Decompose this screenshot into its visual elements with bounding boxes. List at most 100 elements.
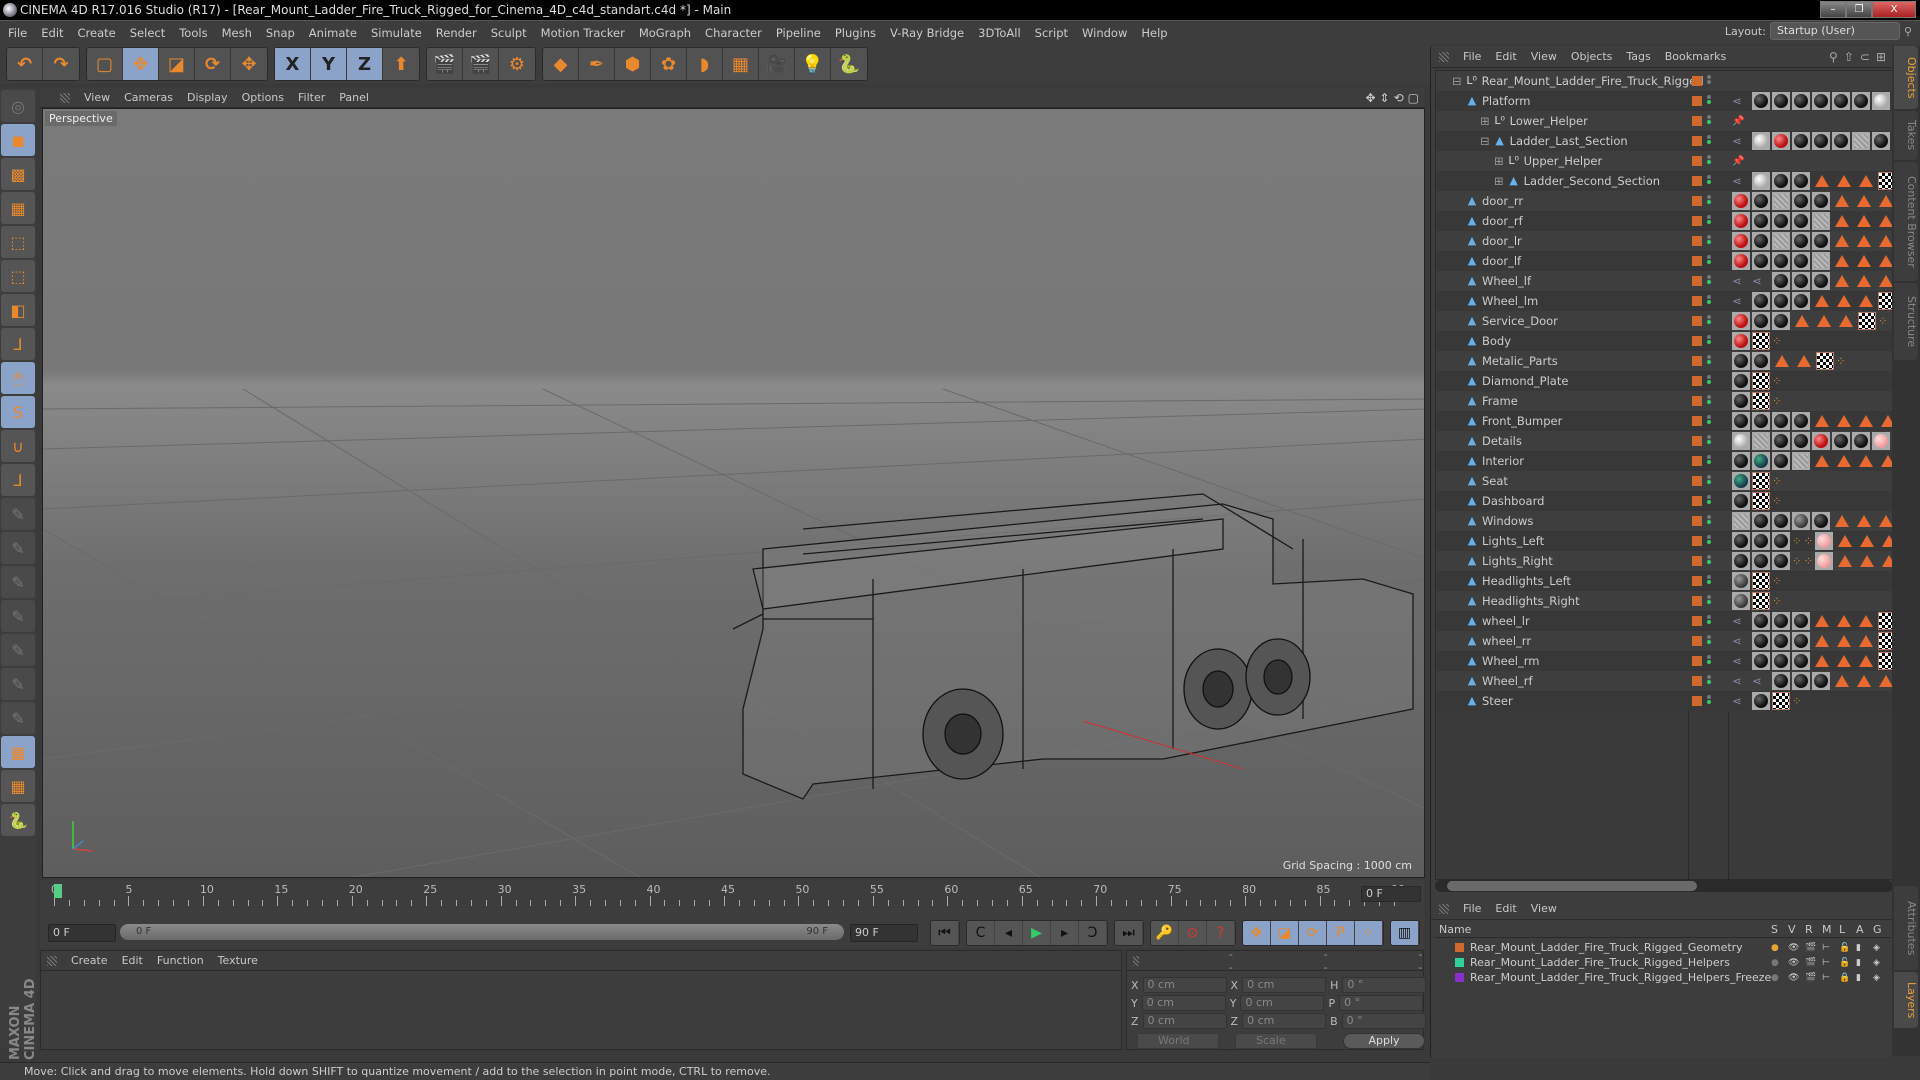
- animation-icon[interactable]: ▮: [1856, 973, 1861, 983]
- deformer-icon[interactable]: ◗: [687, 48, 723, 80]
- layer-menu-file[interactable]: File: [1463, 902, 1481, 915]
- texture-tag-icon[interactable]: [1835, 235, 1849, 247]
- material-tag-icon[interactable]: [1752, 552, 1770, 570]
- key-rotation-icon[interactable]: ⟳: [1299, 921, 1327, 945]
- visibility-dots[interactable]: [1706, 354, 1712, 368]
- xpresso-tag-icon[interactable]: ⁘: [1772, 474, 1782, 488]
- render-icon[interactable]: 🎬: [1805, 943, 1816, 953]
- material-tag-icon[interactable]: [1752, 92, 1770, 110]
- texture-tag-icon[interactable]: [1835, 215, 1849, 227]
- texture-tag-icon[interactable]: [1815, 175, 1829, 187]
- object-row-seat[interactable]: ▲ Seat ⁘: [1436, 471, 1892, 491]
- ik-target-icon[interactable]: ✎: [1, 634, 35, 666]
- texture-tag-icon[interactable]: [1837, 655, 1851, 667]
- object-row-steer[interactable]: ▲ Steer ⋖ ⁘: [1436, 691, 1892, 711]
- material-tag-icon[interactable]: [1812, 192, 1830, 210]
- current-frame-field[interactable]: 0 F: [1361, 886, 1421, 902]
- material-tag-icon[interactable]: [1732, 552, 1750, 570]
- material-tag-icon[interactable]: [1815, 552, 1834, 570]
- layer-color-swatch[interactable]: [1692, 316, 1702, 326]
- horizontal-scrollbar[interactable]: [1435, 880, 1893, 892]
- object-row-wheel-rf[interactable]: ▲ Wheel_rf ⋖ ⋖: [1436, 671, 1916, 691]
- layer-color-swatch[interactable]: [1692, 276, 1702, 286]
- constraint-tag-icon[interactable]: ⋖: [1732, 694, 1750, 708]
- layer-menu-view[interactable]: View: [1531, 902, 1557, 915]
- scrollbar-thumb[interactable]: [1447, 881, 1697, 891]
- material-tag-icon[interactable]: [1732, 392, 1750, 410]
- object-row-platform[interactable]: ▲ Platform ⋖: [1436, 91, 1909, 111]
- object-name[interactable]: Diamond_Plate: [1482, 374, 1568, 388]
- object-name[interactable]: wheel_lr: [1482, 614, 1530, 628]
- object-row-lights-right[interactable]: ▲ Lights_Right ⁘ ⁘: [1436, 551, 1897, 571]
- material-tag-icon[interactable]: [1732, 512, 1750, 530]
- visibility-dots[interactable]: [1706, 394, 1712, 408]
- object-row-details[interactable]: ▲ Details: [1436, 431, 1910, 451]
- camera-icon[interactable]: 🎥: [759, 48, 795, 80]
- coord-field-z[interactable]: 0 cm: [1242, 1013, 1327, 1029]
- texture-tag-icon[interactable]: [1835, 275, 1849, 287]
- texture-tag-icon[interactable]: [1815, 295, 1829, 307]
- object-name[interactable]: wheel_rr: [1482, 634, 1531, 648]
- timeline-ruler[interactable]: 051015202530354045505560657075808590 0 F: [40, 880, 1425, 918]
- coord-field-x[interactable]: 0 cm: [1242, 977, 1327, 993]
- checker-tag-icon[interactable]: [1816, 352, 1834, 370]
- object-name[interactable]: Steer: [1482, 694, 1513, 708]
- texture-tag-icon[interactable]: [1837, 415, 1851, 427]
- material-menu-function[interactable]: Function: [157, 954, 204, 967]
- constraint-tag-icon[interactable]: ⋖: [1732, 294, 1750, 308]
- visibility-dots[interactable]: [1706, 214, 1712, 228]
- coord-field-y[interactable]: 0 cm: [1240, 995, 1325, 1011]
- side-tab-objects[interactable]: Objects: [1894, 46, 1918, 109]
- material-tag-icon[interactable]: [1815, 532, 1834, 550]
- layer-color-swatch[interactable]: [1692, 536, 1702, 546]
- key-position-icon[interactable]: ✥: [1243, 921, 1271, 945]
- layer-row[interactable]: Rear_Mount_Ladder_Fire_Truck_Rigged_Help…: [1435, 955, 1891, 970]
- render-icon[interactable]: 🎬: [1805, 958, 1816, 968]
- object-name[interactable]: Wheel_rm: [1482, 654, 1539, 668]
- constraint-tag-icon[interactable]: ⋖: [1732, 134, 1750, 148]
- texture-tag-icon[interactable]: [1837, 295, 1851, 307]
- material-tag-icon[interactable]: [1752, 452, 1770, 470]
- texture-tag-icon[interactable]: [1857, 215, 1871, 227]
- panel-grip-icon[interactable]: [60, 92, 70, 103]
- visibility-dots[interactable]: [1706, 694, 1712, 708]
- material-tag-icon[interactable]: [1772, 632, 1790, 650]
- texture-tag-icon[interactable]: [1815, 615, 1829, 627]
- material-tag-icon[interactable]: [1832, 432, 1850, 450]
- object-row-dashboard[interactable]: ▲ Dashboard ⁘: [1436, 491, 1892, 511]
- texture-tag-icon[interactable]: [1838, 555, 1853, 567]
- layer-color-swatch[interactable]: [1692, 356, 1702, 366]
- layer-color-swatch[interactable]: [1692, 436, 1702, 446]
- menu-sculpt[interactable]: Sculpt: [491, 26, 527, 40]
- material-tag-icon[interactable]: [1772, 432, 1790, 450]
- material-tag-icon[interactable]: [1752, 512, 1770, 530]
- layer-color-swatch[interactable]: [1692, 636, 1702, 646]
- material-tag-icon[interactable]: [1772, 672, 1790, 690]
- layer-name[interactable]: Rear_Mount_Ladder_Fire_Truck_Rigged_Geom…: [1470, 941, 1743, 954]
- coord-field-h[interactable]: 0 °: [1342, 977, 1427, 993]
- expand-icon[interactable]: ⊞: [1480, 114, 1490, 128]
- go-to-end-icon[interactable]: ⏭: [1115, 921, 1143, 945]
- checker-tag-icon[interactable]: [1772, 692, 1790, 710]
- floor-icon[interactable]: ▦: [723, 48, 759, 80]
- visible-icon[interactable]: 👁: [1788, 943, 1799, 953]
- material-tag-icon[interactable]: [1752, 352, 1770, 370]
- material-tag-icon[interactable]: [1752, 252, 1770, 270]
- object-row-rear-mount-ladder-fire-truck-rigged[interactable]: ⊟ L⁰ Rear_Mount_Ladder_Fire_Truck_Rigged: [1436, 71, 1892, 91]
- material-tag-icon[interactable]: [1792, 212, 1810, 230]
- visibility-dots[interactable]: [1706, 294, 1712, 308]
- layer-color-swatch[interactable]: [1692, 336, 1702, 346]
- visibility-dots[interactable]: [1706, 574, 1712, 588]
- material-tag-icon[interactable]: [1732, 452, 1750, 470]
- axis-mode-icon[interactable]: ⅃: [1, 328, 35, 360]
- lock-icon[interactable]: 🔓: [1839, 943, 1850, 953]
- redo-icon[interactable]: ↷: [43, 48, 79, 80]
- object-name[interactable]: Wheel_lm: [1482, 294, 1538, 308]
- material-tag-icon[interactable]: [1772, 512, 1790, 530]
- tweak-mode-icon[interactable]: 🖱: [1, 362, 35, 394]
- move-icon[interactable]: ✥: [123, 48, 159, 80]
- lock-grid-icon[interactable]: ▦: [1, 736, 35, 768]
- side-tab-layers[interactable]: Layers: [1894, 972, 1918, 1028]
- material-tag-icon[interactable]: [1852, 432, 1870, 450]
- new-window-icon[interactable]: ⊞: [1876, 50, 1886, 64]
